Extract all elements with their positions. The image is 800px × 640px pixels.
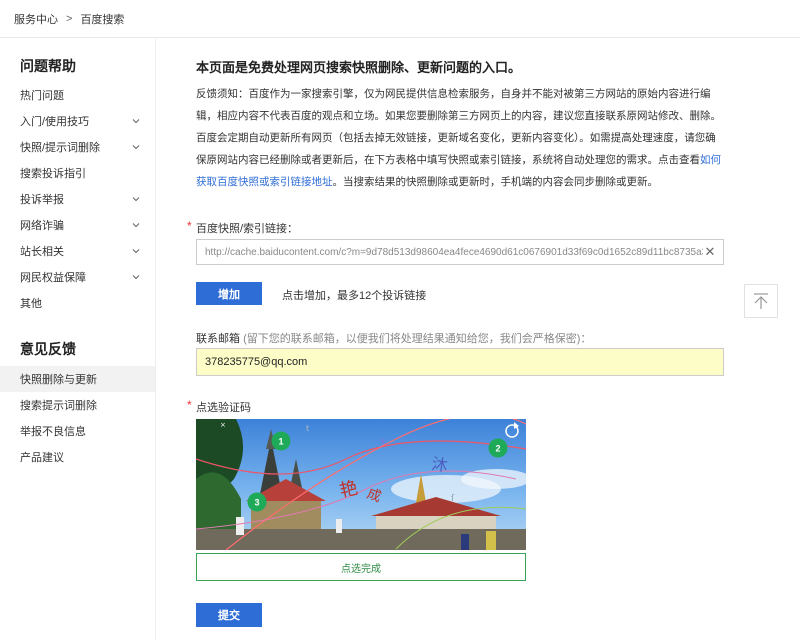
email-hint: (留下您的联系邮箱，以便我们将处理结果通知给您，我们会严格保密)： bbox=[243, 333, 592, 345]
sidebar-help-title: 问题帮助 bbox=[20, 58, 76, 74]
chevron-down-icon bbox=[132, 145, 140, 150]
sidebar: 问题帮助 热门问题入门/使用技巧 快照/提示词删除 搜索投诉指引 投诉举报网络诈骗站长… bbox=[0, 39, 156, 640]
sidebar-item[interactable]: 搜索投诉指引 bbox=[0, 160, 155, 186]
sidebar-item-label: 网民权益保障 bbox=[20, 272, 86, 284]
captcha-marker-2[interactable]: 2 bbox=[488, 438, 508, 458]
notice-text: 反馈须知：百度作为一家搜索引擎，仅为网民提供信息检索服务，自身并不能对被第三方网… bbox=[196, 83, 726, 193]
link-input-value[interactable]: http://cache.baiducontent.com/c?m=9d78d5… bbox=[205, 247, 703, 258]
sidebar-item[interactable]: 快照/提示词删除 bbox=[0, 134, 155, 160]
svg-text:×: × bbox=[220, 421, 226, 429]
sidebar-feedback-item[interactable]: 举报不良信息 bbox=[0, 418, 155, 444]
notice-body: 反馈须知：百度作为一家搜索引擎，仅为网民提供信息检索服务，自身并不能对被第三方网… bbox=[196, 88, 721, 166]
captcha-marker-1-label: 1 bbox=[278, 437, 283, 447]
chevron-down-icon bbox=[132, 249, 140, 254]
email-field[interactable]: 378235775@qq.com bbox=[196, 348, 724, 376]
sidebar-feedback-item[interactable]: 产品建议 bbox=[0, 444, 155, 470]
svg-text:k: k bbox=[381, 437, 386, 446]
email-field-value[interactable]: 378235775@qq.com bbox=[205, 356, 307, 368]
svg-text:t: t bbox=[306, 424, 309, 433]
sidebar-item-label: 网络诈骗 bbox=[20, 220, 64, 232]
breadcrumb-home[interactable]: 服务中心 bbox=[14, 11, 58, 27]
captcha-scene[interactable]: 艳 成 沐 k t ſ × 1 2 3 bbox=[196, 419, 526, 550]
sidebar-item-label: 举报不良信息 bbox=[20, 426, 86, 438]
captcha-done-button[interactable]: 点选完成 bbox=[196, 553, 526, 581]
sidebar-item-label: 产品建议 bbox=[20, 452, 64, 464]
sidebar-feedback-title: 意见反馈 bbox=[20, 341, 76, 357]
captcha-marker-3[interactable]: 3 bbox=[247, 492, 267, 512]
sidebar-feedback-item[interactable]: 搜索提示词删除 bbox=[0, 392, 155, 418]
sidebar-item[interactable]: 网络诈骗 bbox=[0, 212, 155, 238]
required-mark: * bbox=[187, 219, 192, 233]
email-label-text: 联系邮箱 bbox=[196, 333, 240, 345]
svg-text:沐: 沐 bbox=[430, 454, 449, 475]
sidebar-item-label: 快照/提示词删除 bbox=[20, 142, 101, 154]
breadcrumb-current: 百度搜索 bbox=[80, 13, 125, 26]
sidebar-item[interactable]: 投诉举报 bbox=[0, 186, 155, 212]
link-label: 百度快照/索引链接： bbox=[196, 223, 299, 235]
arrow-up-icon bbox=[754, 293, 768, 309]
chevron-down-icon bbox=[132, 119, 140, 124]
sidebar-item[interactable]: 网民权益保障 bbox=[0, 264, 155, 290]
sidebar-item[interactable]: 站长相关 bbox=[0, 238, 155, 264]
page-title: 本页面是免费处理网页搜索快照删除、更新问题的入口。 bbox=[196, 60, 522, 75]
captcha-image[interactable]: 艳 成 沐 k t ſ × 1 2 3 bbox=[196, 419, 526, 550]
sidebar-item-label: 搜索提示词删除 bbox=[20, 400, 97, 412]
captcha-label: 点选验证码 bbox=[196, 402, 251, 414]
breadcrumb: 服务中心 > 百度搜索 bbox=[0, 0, 800, 38]
submit-button[interactable]: 提交 bbox=[196, 603, 262, 627]
sidebar-item-label: 入门/使用技巧 bbox=[20, 116, 90, 128]
sidebar-item-label: 搜索投诉指引 bbox=[20, 168, 86, 180]
sidebar-item[interactable]: 热门问题 bbox=[0, 82, 155, 108]
sidebar-item-label: 快照删除与更新 bbox=[20, 374, 97, 386]
sidebar-item-label: 投诉举报 bbox=[20, 194, 64, 206]
sidebar-help-list: 热门问题入门/使用技巧 快照/提示词删除 搜索投诉指引 投诉举报网络诈骗站长相关网民权… bbox=[0, 82, 155, 316]
back-to-top-button[interactable] bbox=[744, 284, 778, 318]
add-hint: 点击增加，最多12个投诉链接 bbox=[282, 290, 427, 302]
captcha-marker-3-label: 3 bbox=[254, 498, 259, 508]
add-button[interactable]: 增加 bbox=[196, 282, 262, 305]
sidebar-feedback-item[interactable]: 快照删除与更新 bbox=[0, 366, 155, 392]
close-icon[interactable]: ✕ bbox=[703, 244, 717, 260]
sidebar-item[interactable]: 入门/使用技巧 bbox=[0, 108, 155, 134]
captcha-marker-2-label: 2 bbox=[495, 444, 500, 454]
sidebar-item-label: 热门问题 bbox=[20, 90, 64, 102]
link-input[interactable]: http://cache.baiducontent.com/c?m=9d78d5… bbox=[196, 239, 724, 265]
captcha-marker-1[interactable]: 1 bbox=[271, 431, 291, 451]
breadcrumb-separator: > bbox=[66, 12, 73, 25]
chevron-down-icon bbox=[132, 197, 140, 202]
notice-tail: 。当搜索结果的快照删除或更新时，手机端的内容会同步删除或更新。 bbox=[332, 176, 659, 188]
email-label: 联系邮箱 (留下您的联系邮箱，以便我们将处理结果通知给您，我们会严格保密)： bbox=[196, 330, 591, 346]
sidebar-item-label: 其他 bbox=[20, 298, 42, 310]
chevron-down-icon bbox=[132, 223, 140, 228]
required-mark: * bbox=[187, 398, 192, 412]
sidebar-feedback-list: 快照删除与更新 搜索提示词删除 举报不良信息 产品建议 bbox=[0, 366, 155, 470]
sidebar-item-label: 站长相关 bbox=[20, 246, 64, 258]
sidebar-item[interactable]: 其他 bbox=[0, 290, 155, 316]
chevron-down-icon bbox=[132, 275, 140, 280]
